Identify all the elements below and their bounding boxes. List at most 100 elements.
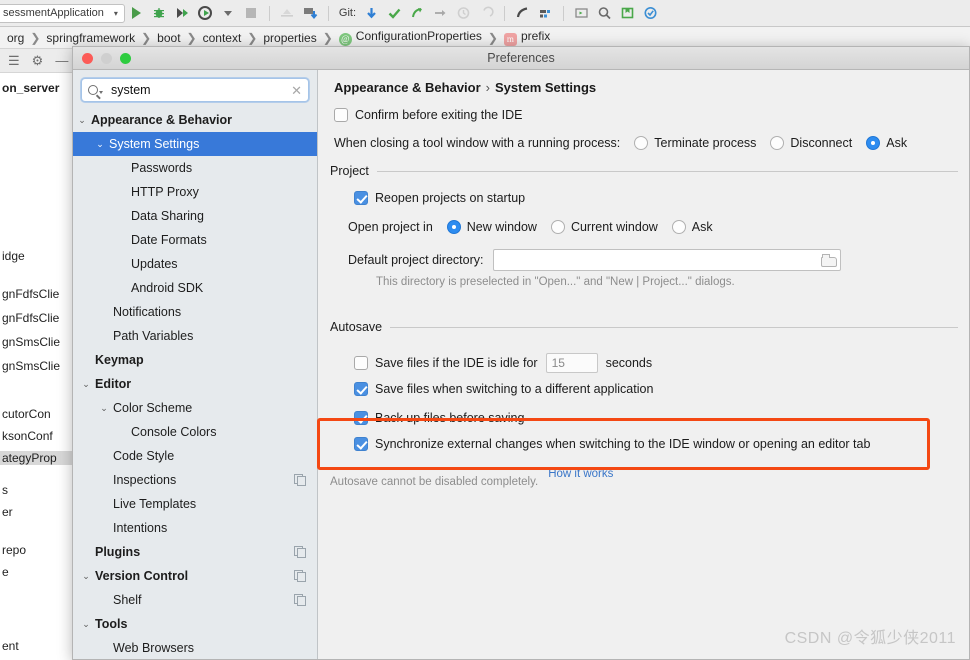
sidebar-item-appearance-behavior[interactable]: ⌄ Appearance & Behavior [73,108,317,132]
hide-tool-window-icon[interactable]: — [55,53,68,68]
project-tree-item[interactable]: ategyProp [0,451,80,465]
copy-settings-icon[interactable] [294,546,306,558]
chevron-down-icon[interactable]: ⌄ [77,115,87,125]
confirm-exit-row[interactable]: Confirm before exiting the IDE [334,108,522,122]
save-on-switch-checkbox[interactable] [354,382,368,396]
breadcrumb-item-properties[interactable]: properties [260,31,319,45]
project-tree-item[interactable]: gnFdfsClie [0,311,80,325]
breadcrumb-item-springframework[interactable]: springframework [43,31,138,45]
settings-search-box[interactable]: ✕ [81,78,309,102]
chevron-down-icon[interactable]: ⌄ [99,403,109,413]
ask-label[interactable]: Ask [886,136,907,150]
profile-icon[interactable] [197,5,214,22]
terminate-process-label[interactable]: Terminate process [654,136,756,150]
sidebar-item-updates[interactable]: Updates [73,252,317,276]
project-tree-item[interactable]: idge [0,249,80,263]
sidebar-item-notifications[interactable]: Notifications [73,300,317,324]
sidebar-item-date-formats[interactable]: Date Formats [73,228,317,252]
inspection-icon[interactable] [642,5,659,22]
chevron-down-icon[interactable]: ⌄ [81,619,91,629]
project-tree-item[interactable]: gnSmsClie [0,359,80,373]
sidebar-item-console-colors[interactable]: Console Colors [73,420,317,444]
git-push-icon[interactable] [409,5,426,22]
git-update-icon[interactable] [363,5,380,22]
disconnect-label[interactable]: Disconnect [790,136,852,150]
project-tree-item[interactable]: ent [0,639,80,653]
project-tree-item[interactable]: on_server [0,81,80,95]
breadcrumb-item-context[interactable]: context [200,31,245,45]
search-dropdown-icon[interactable] [99,90,103,94]
run-with-coverage-icon[interactable] [174,5,191,22]
idle-seconds-input[interactable]: 15 [545,353,598,373]
sidebar-item-version-control[interactable]: ⌄ Version Control [73,564,317,588]
new-window-label[interactable]: New window [467,220,537,234]
sidebar-item-inspections[interactable]: Inspections [73,468,317,492]
breadcrumb-item-configurationproperties[interactable]: @ ConfigurationProperties [336,29,485,46]
current-window-label[interactable]: Current window [571,220,658,234]
sidebar-item-live-templates[interactable]: Live Templates [73,492,317,516]
sidebar-item-keymap[interactable]: Keymap [73,348,317,372]
sidebar-item-editor[interactable]: ⌄ Editor [73,372,317,396]
project-tree-item[interactable]: e [0,565,80,579]
build-icon[interactable] [279,5,296,22]
breadcrumb-item-prefix[interactable]: m prefix [501,29,553,46]
run-anything-icon[interactable] [573,5,590,22]
project-tree-item[interactable]: cutorCon [0,407,80,421]
save-on-switch-row[interactable]: Save files when switching to a different… [354,382,653,396]
backup-files-row[interactable]: Back up files before saving [354,411,524,425]
default-project-directory-field[interactable] [493,249,842,271]
new-window-radio[interactable] [446,220,461,234]
chevron-down-icon[interactable]: ⌄ [81,379,91,389]
debug-icon[interactable] [151,5,168,22]
project-tree-item[interactable]: gnSmsClie [0,335,80,349]
settings-gear-icon[interactable]: ⚙ [32,53,44,69]
project-tree-item[interactable]: er [0,505,80,519]
run-icon[interactable] [128,5,145,22]
copy-settings-icon[interactable] [294,570,306,582]
collapse-all-icon[interactable]: ☰ [8,53,20,69]
undo-icon[interactable] [478,5,495,22]
minimize-button[interactable] [101,53,112,64]
how-it-works-link[interactable]: How it works [548,468,613,480]
dialog-titlebar[interactable]: Preferences [73,47,969,70]
reopen-projects-checkbox[interactable] [354,191,368,205]
sidebar-item-code-style[interactable]: Code Style [73,444,317,468]
sync-external-checkbox[interactable] [354,437,368,451]
project-tree-item[interactable]: repo [0,543,80,557]
browse-folder-icon[interactable] [821,254,838,267]
update-project-icon[interactable] [302,5,319,22]
sidebar-item-web-browsers[interactable]: Web Browsers [73,636,317,659]
reopen-projects-row[interactable]: Reopen projects on startup [354,191,525,205]
sidebar-item-passwords[interactable]: Passwords [73,156,317,180]
toggle-icon[interactable] [514,5,531,22]
search-input[interactable] [111,83,288,97]
sidebar-item-color-scheme[interactable]: ⌄ Color Scheme [73,396,317,420]
git-commit-icon[interactable] [386,5,403,22]
copy-settings-icon[interactable] [294,594,306,606]
ask-window-radio[interactable] [671,220,686,234]
terminate-process-radio[interactable] [634,136,649,150]
ask-radio[interactable] [866,136,881,150]
project-tree-item[interactable]: gnFdfsClie [0,287,80,301]
sync-external-row[interactable]: Synchronize external changes when switch… [354,437,870,451]
run-configuration-selector[interactable]: sessmentApplication ▾ [0,3,125,23]
search-everywhere-icon[interactable] [596,5,613,22]
sidebar-item-data-sharing[interactable]: Data Sharing [73,204,317,228]
zoom-button[interactable] [120,53,131,64]
sidebar-item-tools[interactable]: ⌄ Tools [73,612,317,636]
confirm-exit-checkbox[interactable] [334,108,348,122]
project-tree[interactable]: on_serveridge gnFdfsClie gnFdfsClie gnSmsCl… [0,73,80,660]
sidebar-item-shelf[interactable]: Shelf [73,588,317,612]
sidebar-item-system-settings[interactable]: ⌄ System Settings [73,132,317,156]
chevron-down-icon[interactable]: ⌄ [95,139,105,149]
breadcrumb-item-boot[interactable]: boot [154,31,183,45]
sidebar-item-plugins[interactable]: Plugins [73,540,317,564]
sidebar-item-http-proxy[interactable]: HTTP Proxy [73,180,317,204]
clear-search-icon[interactable]: ✕ [287,84,302,97]
bookmark-icon[interactable] [619,5,636,22]
sidebar-item-path-variables[interactable]: Path Variables [73,324,317,348]
project-tree-item[interactable]: ksonConf [0,429,80,443]
copy-settings-icon[interactable] [294,474,306,486]
settings-tree[interactable]: ⌄ Appearance & Behavior ⌄ System Settings Pa… [73,108,317,659]
chevron-down-icon[interactable]: ⌄ [81,571,91,581]
